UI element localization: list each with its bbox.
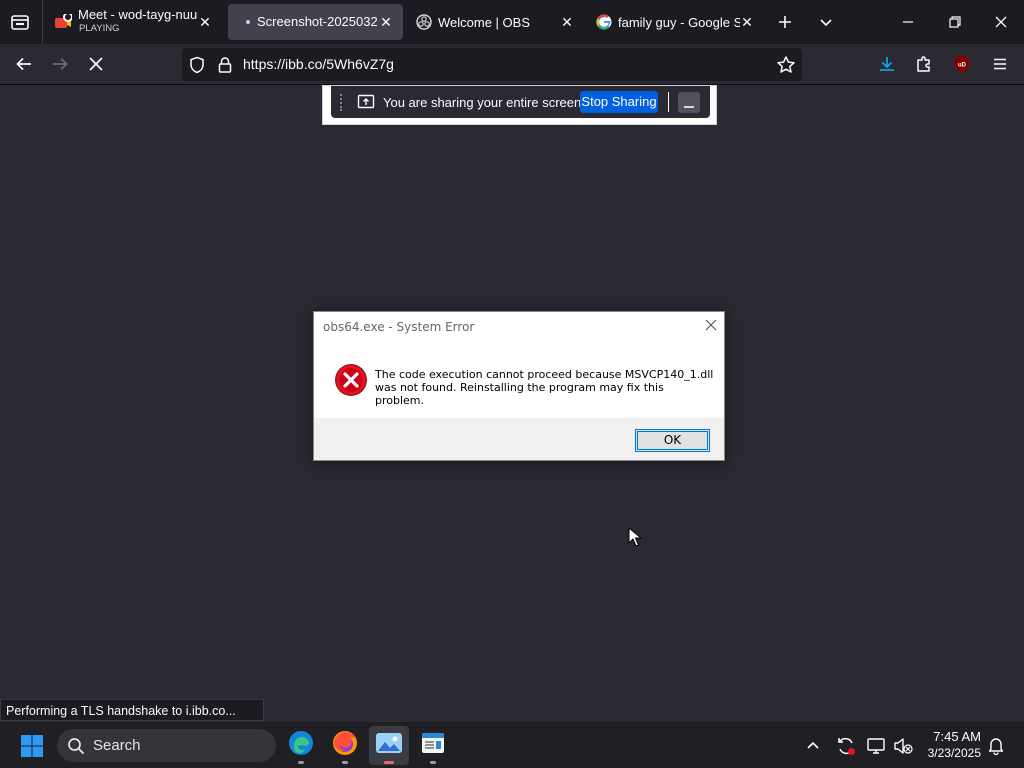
windows-start-icon[interactable] [20,734,44,758]
tab-strip: Meet - wod-tayg-nuu PLAYING ✕ Screenshot… [0,0,1024,44]
document-app-icon [420,731,446,760]
divider [668,92,669,112]
tab-screenshot[interactable]: Screenshot-20250323- ✕ [228,4,403,40]
tab-title: Screenshot-20250323- [257,14,377,29]
dialog-close-button[interactable] [702,316,720,334]
forward-button[interactable] [46,50,74,78]
close-window-button[interactable] [991,12,1011,32]
sharing-bar: You are sharing your entire screen. Stop… [331,86,710,118]
tab-title: Welcome | OBS [438,14,530,30]
running-indicator [342,761,348,764]
taskbar-edge[interactable] [281,726,321,765]
taskbar-notepad[interactable] [413,726,453,765]
obs-icon [416,14,432,30]
new-tab-button[interactable] [775,12,795,32]
system-error-dialog: obs64.exe - System Error The code execut… [313,311,725,461]
clock-date: 3/23/2025 [927,746,981,760]
url-text[interactable]: https://ibb.co/5Wh6vZ7g [243,56,394,72]
screen-share-icon [357,94,375,110]
stop-loading-button[interactable] [82,50,110,78]
error-icon [334,363,368,397]
tab-meet[interactable]: Meet - wod-tayg-nuu PLAYING ✕ [54,4,222,40]
downloads-icon[interactable] [873,50,901,78]
status-panel: Performing a TLS handshake to i.ibb.co..… [0,699,264,721]
divider [42,0,43,44]
dialog-message-line: was not found. Reinstalling the program … [375,381,664,407]
stop-sharing-button[interactable]: Stop Sharing [580,91,658,113]
volume-muted-icon[interactable] [892,735,914,757]
close-tab-icon[interactable]: ✕ [196,13,214,31]
taskbar-search-box[interactable]: Search [57,729,276,762]
running-indicator [384,761,394,764]
taskbar-firefox[interactable] [325,726,365,765]
screen-sharing-indicator: You are sharing your entire screen. Stop… [322,85,717,125]
search-icon [67,737,85,755]
tab-playing-label: PLAYING [79,22,120,34]
restore-window-button[interactable] [945,12,965,32]
meet-icon [54,12,73,30]
photos-icon [375,731,403,760]
navigation-bar: https://ibb.co/5Wh6vZ7g uD [0,44,1024,85]
bookmark-star-icon[interactable] [776,55,796,75]
minimize-sharing-bar-button[interactable] [678,92,700,113]
dialog-message: The code execution cannot proceed becaus… [375,368,715,407]
taskbar: Search 7:45 AM 3/23/2025 [0,721,1024,768]
notification-bell-icon[interactable] [986,735,1006,756]
minimize-window-button[interactable] [898,12,918,32]
ublock-origin-icon[interactable]: uD [948,50,976,78]
extensions-puzzle-icon[interactable] [910,50,938,78]
clock-time: 7:45 AM [933,729,981,744]
dialog-message-line: The code execution cannot proceed becaus… [375,368,714,381]
search-label: Search [93,737,141,754]
google-icon [596,14,612,30]
close-tab-icon[interactable]: ✕ [377,13,395,31]
mouse-cursor-icon [628,526,643,547]
close-tab-icon[interactable]: ✕ [738,13,756,31]
tab-title: family guy - Google Se [618,14,740,30]
taskbar-photos-active[interactable] [369,726,409,765]
back-button[interactable] [10,50,38,78]
loading-dot-icon [246,20,250,24]
tracking-protection-shield-icon[interactable] [188,56,206,74]
running-indicator [298,761,304,764]
ok-button[interactable]: OK [635,429,710,452]
sharing-message: You are sharing your entire screen. [383,95,585,110]
tab-google-search[interactable]: family guy - Google Se ✕ [588,4,764,40]
tab-welcome-obs[interactable]: Welcome | OBS ✕ [408,4,584,40]
url-bar[interactable]: https://ibb.co/5Wh6vZ7g [182,48,802,81]
dialog-title: obs64.exe - System Error [323,320,475,334]
tab-title: Meet - wod-tayg-nuu [78,6,198,22]
lock-icon[interactable] [216,56,234,74]
network-icon[interactable] [866,735,888,757]
show-hidden-icons-chevron-icon[interactable] [804,737,822,755]
running-indicator [430,761,436,764]
sync-alert-icon[interactable] [835,735,857,757]
menu-hamburger-icon[interactable] [986,50,1014,78]
drag-handle-icon[interactable] [339,93,343,111]
edge-icon [288,730,314,761]
list-all-tabs-chevron-icon[interactable] [816,12,836,32]
close-tab-icon[interactable]: ✕ [558,13,576,31]
firefox-icon [332,730,358,761]
dialog-footer: OK [314,418,724,460]
firefox-view-icon[interactable] [10,12,30,32]
svg-text:uD: uD [958,63,967,69]
